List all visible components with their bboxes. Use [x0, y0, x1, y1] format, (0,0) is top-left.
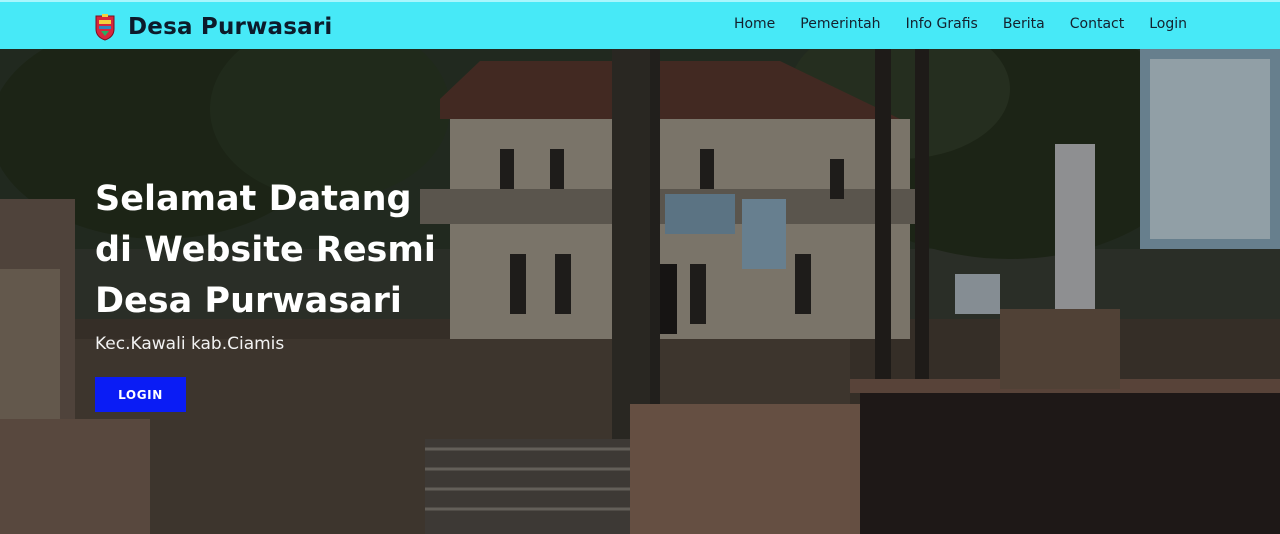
- nav-contact[interactable]: Contact: [1070, 16, 1124, 32]
- hero-title-line-2: di Website Resmi: [95, 230, 436, 270]
- top-navbar: Desa Purwasari Home Pemerintah Info Graf…: [0, 0, 1280, 49]
- brand[interactable]: Desa Purwasari: [94, 10, 333, 44]
- nav-info-grafis[interactable]: Info Grafis: [906, 16, 978, 32]
- nav-home[interactable]: Home: [734, 16, 775, 32]
- hero-section: Selamat Datang di Website Resmi Desa Pur…: [0, 49, 1280, 534]
- nav-pemerintah[interactable]: Pemerintah: [800, 16, 880, 32]
- hero-text-block: Selamat Datang di Website Resmi Desa Pur…: [95, 174, 515, 354]
- hero-title: Selamat Datang di Website Resmi Desa Pur…: [95, 174, 515, 327]
- hero-title-line-1: Selamat Datang: [95, 179, 412, 219]
- nav-login[interactable]: Login: [1149, 16, 1187, 32]
- hero-login-button[interactable]: LOGIN: [95, 377, 186, 412]
- hero-subtitle: Kec.Kawali kab.Ciamis: [95, 334, 285, 354]
- hero-title-line-3: Desa Purwasari: [95, 281, 402, 321]
- village-emblem-icon: [95, 14, 115, 41]
- nav-berita[interactable]: Berita: [1003, 16, 1045, 32]
- brand-name: Desa Purwasari: [128, 14, 333, 40]
- main-nav: Home Pemerintah Info Grafis Berita Conta…: [709, 16, 1187, 32]
